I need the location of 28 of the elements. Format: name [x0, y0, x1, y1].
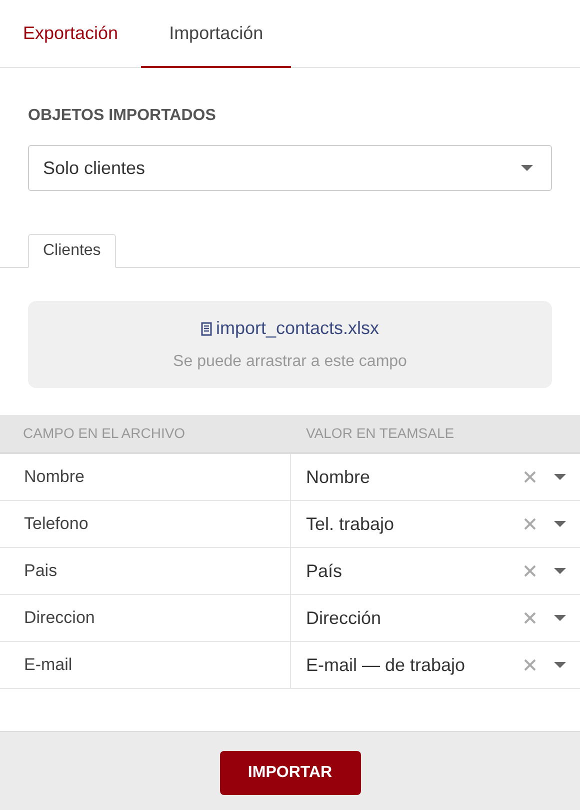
column-header: CAMPO EN EL ARCHIVO: [22, 424, 186, 443]
caret-icon[interactable]: [554, 568, 566, 574]
value-select[interactable]: E-mail — de trabajo: [291, 642, 580, 688]
value-select[interactable]: Tel. trabajo: [291, 501, 580, 547]
caret-icon[interactable]: [554, 662, 566, 668]
table-cell-text: Direccion: [24, 607, 95, 630]
caret-icon: [521, 165, 533, 171]
value-select[interactable]: Nombre: [291, 454, 580, 500]
import-button[interactable]: IMPORTAR: [220, 751, 360, 795]
caret-icon[interactable]: [554, 521, 566, 527]
column-header: VALOR EN TEAMSALE: [305, 424, 454, 443]
tab[interactable]: Importación: [141, 0, 292, 68]
table-cell-text: Pais: [24, 560, 58, 582]
section-label: OBJETOS IMPORTADOS: [28, 106, 217, 124]
tab[interactable]: Exportación: [0, 0, 142, 68]
table-cell-text: Telefono: [24, 513, 88, 536]
table-cell-text: E-mail: [24, 654, 72, 676]
table-cell-text: Nombre: [24, 466, 84, 488]
tab[interactable]: Clientes: [28, 234, 116, 268]
caret-icon[interactable]: [554, 474, 566, 480]
file-name-link[interactable]: import_contacts.xlsx: [216, 315, 380, 342]
document-icon: [200, 322, 212, 336]
value-select[interactable]: Dirección: [291, 595, 580, 641]
value-select[interactable]: País: [291, 548, 580, 594]
caret-icon[interactable]: [554, 615, 566, 621]
object-select[interactable]: Solo clientes: [28, 145, 552, 191]
drop-zone[interactable]: import_contacts.xlsx Se puede arrastrar a este campo: [28, 301, 552, 388]
drop-hint: Se puede arrastrar a este campo: [173, 352, 407, 372]
